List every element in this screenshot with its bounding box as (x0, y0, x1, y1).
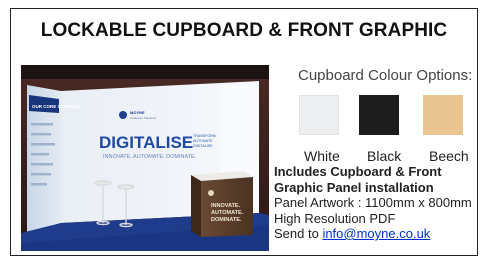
email-link[interactable]: info@moyne.co.uk (322, 226, 430, 241)
send-to-line: Send to info@moyne.co.uk (274, 226, 488, 242)
brand-logo-icon (119, 111, 127, 119)
cupboard-text-line: DOMINATE. (211, 217, 242, 223)
product-card: LOCKABLE CUPBOARD & FRONT GRAPHIC OUR CO… (10, 8, 478, 256)
headline-side-item: TRANSFORM (193, 134, 216, 138)
cupboard-text-line: INNOVATE. (211, 203, 241, 209)
headline-side-list: TRANSFORM AUTOMATE DIGITALISE (193, 134, 216, 148)
includes-line-1: Includes Cupboard & Front (274, 164, 442, 179)
swatch-black (359, 95, 399, 135)
brand-tag: Customer Solutions (130, 116, 157, 120)
card-title: LOCKABLE CUPBOARD & FRONT GRAPHIC (40, 20, 448, 41)
headline-side-item: AUTOMATE (193, 139, 213, 143)
swatch-beech (423, 95, 463, 135)
artwork-size: Panel Artwork : 1100mm x 800mm (274, 195, 472, 210)
swatch-label-white: White (304, 148, 340, 164)
cupboard-side (191, 175, 201, 237)
exhibition-stand-photo: OUR CORE SERVICES MOYNE Customer Solutio… (21, 65, 269, 251)
send-to-prefix: Send to (274, 226, 323, 241)
cupboard-text: INNOVATE. AUTOMATE. DOMINATE. (211, 203, 244, 223)
cupboard-logo-icon (208, 190, 214, 196)
swatch-label-black: Black (367, 148, 402, 164)
brand-name: MOYNE (130, 110, 145, 115)
wall-title: OUR CORE SERVICES (32, 104, 80, 109)
swatch-white (299, 95, 339, 135)
colour-options-heading: Cupboard Colour Options: (298, 67, 473, 84)
resolution-requirement: High Resolution PDF (274, 210, 396, 226)
ceiling (21, 65, 269, 79)
stand-tagline: INNOVATE. AUTOMATE. DOMINATE. (103, 154, 197, 160)
includes-line-2: Graphic Panel installation (274, 179, 434, 195)
swatch-label-beech: Beech (429, 148, 469, 164)
cupboard-text-line: AUTOMATE. (211, 210, 244, 216)
headline-side-item: DIGITALISE (193, 144, 213, 148)
product-details: Includes Cupboard & Front Graphic Panel … (274, 164, 488, 242)
headline-text: DIGITALISE (99, 133, 193, 152)
